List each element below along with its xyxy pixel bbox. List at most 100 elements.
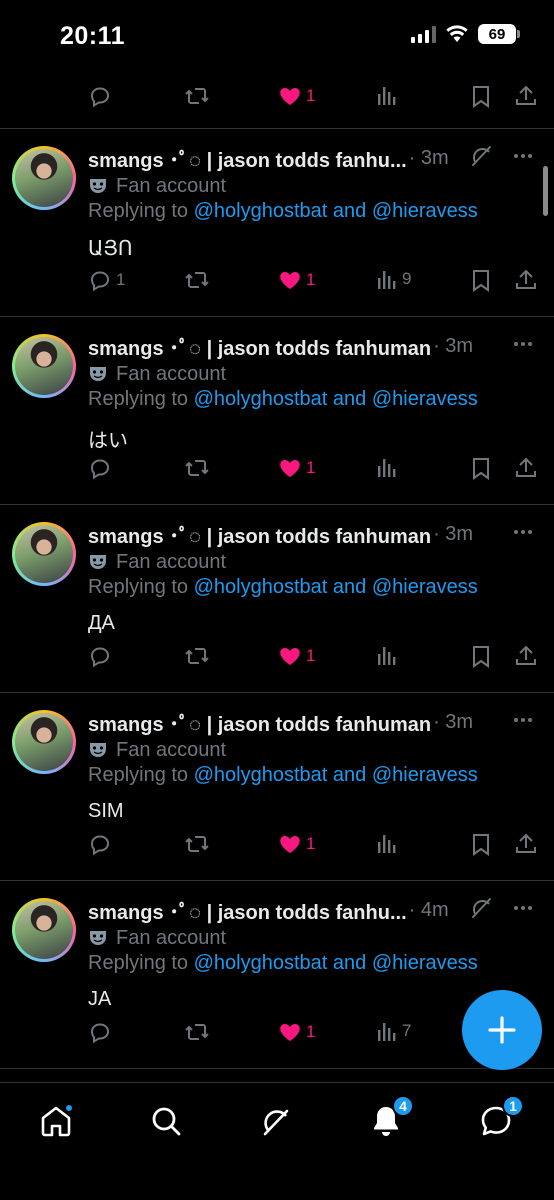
- views-button[interactable]: 9: [376, 268, 411, 290]
- retweet-button[interactable]: [184, 268, 210, 292]
- reply-button[interactable]: [88, 456, 116, 480]
- share-icon: [516, 833, 536, 853]
- mention-link[interactable]: @holyghostbat: [194, 200, 328, 222]
- grok-icon[interactable]: [470, 896, 494, 920]
- nav-grok[interactable]: [254, 1099, 298, 1143]
- account-label-text: Fan account: [116, 362, 227, 385]
- more-icon[interactable]: [514, 530, 532, 534]
- and-word: and: [327, 764, 372, 786]
- mention-link[interactable]: @hieravess: [372, 576, 478, 598]
- share-icon: [516, 269, 536, 289]
- reply-button[interactable]: [88, 1020, 116, 1044]
- retweet-button[interactable]: [184, 84, 210, 108]
- mention-link[interactable]: @holyghostbat: [194, 388, 328, 410]
- retweet-button[interactable]: [184, 1020, 210, 1044]
- like-button[interactable]: 1: [278, 832, 315, 856]
- avatar[interactable]: [12, 146, 76, 210]
- retweet-button[interactable]: [184, 832, 210, 856]
- mention-link[interactable]: @holyghostbat: [194, 576, 328, 598]
- mention-link[interactable]: @holyghostbat: [194, 952, 328, 974]
- share-button[interactable]: [514, 644, 538, 668]
- nav-search[interactable]: [144, 1099, 188, 1143]
- avatar[interactable]: [12, 710, 76, 774]
- views-button[interactable]: [376, 832, 402, 854]
- author-name[interactable]: smangs ･ﾟ◌ | jason todds fanhuman: [88, 708, 431, 737]
- share-button[interactable]: [514, 84, 538, 108]
- more-icon[interactable]: [514, 718, 532, 722]
- tweet-header: smangs ･ﾟ◌ | jason todds fanhuman · 3m: [88, 520, 534, 548]
- nav-messages[interactable]: 1: [474, 1095, 524, 1143]
- mention-link[interactable]: @holyghostbat: [194, 764, 328, 786]
- views-icon: [378, 87, 396, 105]
- heart-icon: [280, 460, 300, 477]
- mention-link[interactable]: @hieravess: [372, 200, 478, 222]
- timestamp[interactable]: · 3m: [433, 711, 473, 734]
- status-time: 20:11: [60, 22, 126, 50]
- views-button[interactable]: [376, 644, 402, 666]
- avatar[interactable]: [12, 334, 76, 398]
- tweet[interactable]: smangs ･ﾟ◌ | jason todds fanhu... · 3m F…: [0, 130, 554, 318]
- author-name[interactable]: smangs ･ﾟ◌ | jason todds fanhu...: [88, 144, 407, 173]
- views-icon: [378, 271, 396, 289]
- timestamp[interactable]: · 3m: [433, 523, 473, 546]
- mention-link[interactable]: @hieravess: [372, 764, 478, 786]
- compose-button[interactable]: [462, 990, 542, 1070]
- like-button[interactable]: 1: [278, 84, 315, 108]
- timestamp[interactable]: · 3m: [409, 147, 449, 170]
- retweet-icon: [185, 836, 209, 852]
- like-button[interactable]: 1: [278, 1020, 315, 1044]
- views-button[interactable]: 7: [376, 1020, 411, 1042]
- like-button[interactable]: 1: [278, 456, 315, 480]
- heart-icon: [280, 648, 300, 665]
- bookmark-button[interactable]: [470, 268, 492, 292]
- like-button[interactable]: 1: [278, 268, 315, 292]
- timestamp[interactable]: · 4m: [409, 899, 449, 922]
- bookmark-button[interactable]: [470, 832, 492, 856]
- replying-to: Replying to @holyghostbat and @hieravess: [88, 952, 534, 980]
- avatar[interactable]: [12, 522, 76, 586]
- author-name[interactable]: smangs ･ﾟ◌ | jason todds fanhuman: [88, 520, 431, 549]
- mention-link[interactable]: @hieravess: [372, 388, 478, 410]
- more-icon[interactable]: [514, 342, 532, 346]
- share-button[interactable]: [514, 268, 538, 292]
- tweet[interactable]: smangs ･ﾟ◌ | jason todds fanhuman · 3m F…: [0, 694, 554, 882]
- author-name[interactable]: smangs ･ﾟ◌ | jason todds fanhuman: [88, 332, 431, 361]
- author-name[interactable]: smangs ･ﾟ◌ | jason todds fanhu...: [88, 896, 407, 925]
- mention-link[interactable]: @hieravess: [372, 952, 478, 974]
- tweet-text: SIM: [88, 800, 124, 822]
- more-icon[interactable]: [514, 154, 532, 158]
- timestamp[interactable]: · 3m: [433, 335, 473, 358]
- bookmark-button[interactable]: [470, 84, 492, 108]
- views-button[interactable]: [376, 456, 402, 478]
- reply-button[interactable]: [88, 832, 116, 856]
- grok-icon[interactable]: [470, 144, 494, 168]
- bookmark-button[interactable]: [470, 456, 492, 480]
- retweet-button[interactable]: [184, 644, 210, 668]
- status-indicators: 69: [411, 24, 520, 44]
- like-count: 1: [306, 86, 316, 105]
- bookmark-icon: [473, 270, 489, 292]
- reply-button[interactable]: 1: [88, 268, 125, 292]
- reply-button[interactable]: [88, 644, 116, 668]
- nav-notifications[interactable]: 4: [364, 1095, 414, 1143]
- replying-to: Replying to @holyghostbat and @hieravess: [88, 388, 534, 416]
- more-icon[interactable]: [514, 906, 532, 910]
- bookmark-icon: [473, 646, 489, 668]
- share-button[interactable]: [514, 832, 538, 856]
- nav-home[interactable]: [34, 1099, 78, 1143]
- tweet-header: smangs ･ﾟ◌ | jason todds fanhuman · 3m: [88, 708, 534, 736]
- tweet[interactable]: smangs ･ﾟ◌ | jason todds fanhuman · 3m F…: [0, 506, 554, 694]
- retweet-icon: [185, 648, 209, 664]
- share-button[interactable]: [514, 456, 538, 480]
- like-button[interactable]: 1: [278, 644, 315, 668]
- bookmark-button[interactable]: [470, 644, 492, 668]
- avatar[interactable]: [12, 898, 76, 962]
- reply-button[interactable]: [88, 84, 112, 108]
- tweet[interactable]: smangs ･ﾟ◌ | jason todds fanhuman · 3m F…: [0, 318, 554, 506]
- like-count: 1: [306, 270, 316, 289]
- battery-level: 69: [488, 25, 506, 43]
- views-icon: [378, 459, 396, 477]
- retweet-button[interactable]: [184, 456, 210, 480]
- scrollbar[interactable]: [543, 166, 548, 216]
- views-button[interactable]: [376, 84, 398, 106]
